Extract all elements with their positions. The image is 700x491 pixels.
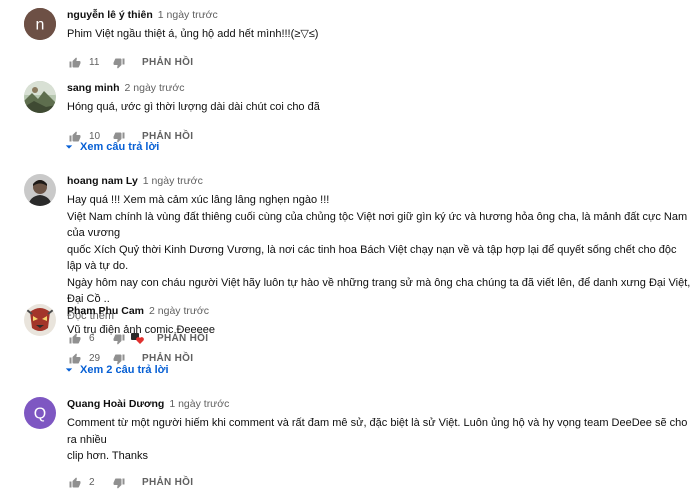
view-replies-button[interactable]: Xem câu trả lời [43,141,159,153]
like-count: 11 [89,57,100,68]
comment-text: Hay quá !!! Xem mà cảm xúc lâng lâng ngh… [67,192,694,308]
chevron-down-icon [65,145,73,149]
comment-text-line: clip hơn. Thanks [67,450,148,462]
dislike-icon[interactable] [113,477,125,489]
comment-author[interactable]: Pham Phu Cam [67,305,144,317]
dislike-icon[interactable] [113,353,125,365]
comic-mask-avatar-icon [24,304,56,336]
view-replies-label: Xem câu trả lời [80,141,160,153]
comment-text-line: quốc Xích Quỷ thời Kinh Dương Vương, là … [67,243,677,273]
comment-text: Comment từ một người hiếm khi comment và… [67,415,694,465]
comment-time[interactable]: 1 ngày trước [158,9,218,21]
comment-time[interactable]: 2 ngày trước [125,82,185,94]
comment-text: Vũ trụ điện ảnh comic Đeeeee [67,322,694,339]
avatar-letter: Q [34,406,46,423]
comment-text-line: Vũ trụ điện ảnh comic Đeeeee [67,324,215,336]
avatar[interactable] [24,81,56,113]
person-photo-avatar-icon [24,174,56,206]
comment-text-line: Phim Việt ngầu thiệt á, ủng hộ add hết m… [67,28,319,40]
avatar[interactable]: n [24,8,56,40]
comment-text: Hóng quá, ước gì thời lượng dài dài chút… [67,99,694,116]
comment-text-line: Việt Nam chính là vùng đất thiêng cuối c… [67,210,688,240]
letter-avatar-icon: n [24,8,56,40]
comment-time[interactable]: 2 ngày trước [149,305,209,317]
dislike-icon[interactable] [113,57,125,69]
comment-text-line: Comment từ một người hiếm khi comment và… [67,417,688,446]
avatar[interactable] [24,174,56,206]
chevron-down-icon [65,368,73,372]
like-count: 29 [89,353,101,364]
comment-author[interactable]: hoang nam Ly [67,175,138,187]
comment-time[interactable]: 1 ngày trước [143,175,203,187]
like-icon[interactable] [69,477,81,489]
comment-text-line: Hay quá !!! Xem mà cảm xúc lâng lâng ngh… [67,194,330,206]
comment-author[interactable]: Quang Hoài Dương [67,398,164,410]
view-replies-label: Xem 2 câu trả lời [80,364,169,376]
landscape-photo-avatar-icon [24,81,56,113]
reply-button[interactable]: PHẢN HỒI [142,477,193,488]
avatar-letter: n [36,17,45,34]
comment-text-line: Hóng quá, ước gì thời lượng dài dài chút… [67,101,320,113]
reply-button[interactable]: PHẢN HỒI [142,57,193,68]
like-icon[interactable] [69,57,81,69]
comment-author[interactable]: nguyễn lê ý thiên [67,9,153,21]
comment-text: Phim Việt ngầu thiệt á, ủng hộ add hết m… [67,26,694,43]
avatar[interactable]: Q [24,397,56,429]
avatar[interactable] [24,304,56,336]
view-replies-button[interactable]: Xem 2 câu trả lời [43,364,169,376]
letter-avatar-icon: Q [24,397,56,429]
like-icon[interactable] [69,353,81,365]
comment-text-line: Ngày hôm nay con cháu người Việt hãy luô… [67,276,691,306]
reply-button[interactable]: PHẢN HỒI [142,353,193,364]
comment-author[interactable]: sang minh [67,82,120,94]
like-count: 2 [89,477,95,488]
comment-time[interactable]: 1 ngày trước [169,398,229,410]
